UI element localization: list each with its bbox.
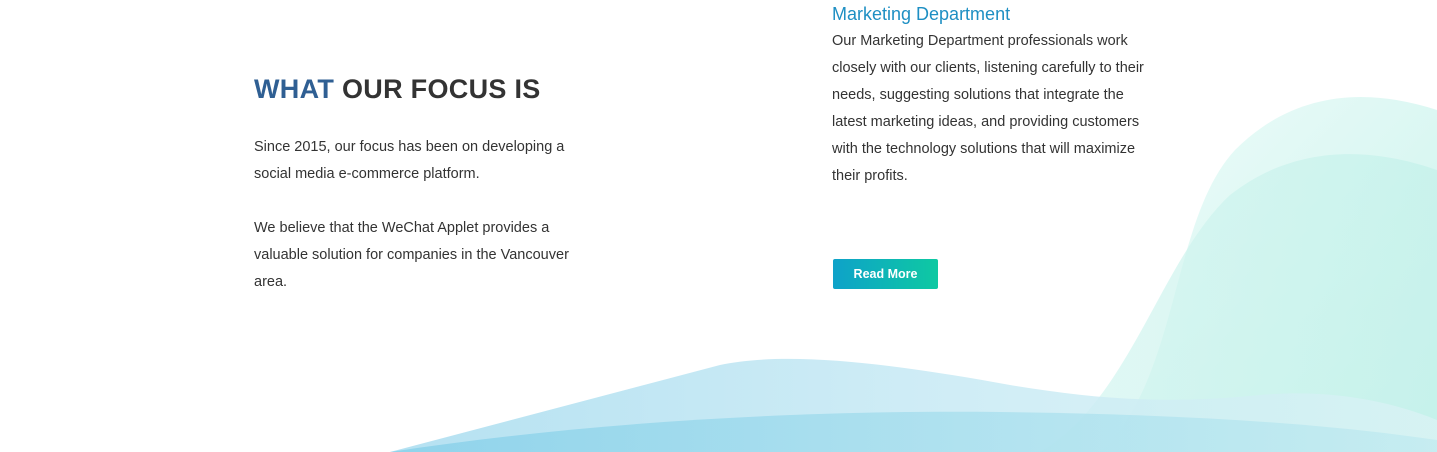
decorative-wave-background	[390, 97, 1437, 452]
focus-paragraph-1: Since 2015, our focus has been on develo…	[254, 139, 565, 182]
department-title: Marketing Department	[832, 4, 1011, 24]
focus-paragraph-2: We believe that the WeChat Applet provid…	[254, 220, 569, 290]
marketing-department-section: Marketing Department Our Marketing Depar…	[832, 0, 1162, 190]
focus-heading: WHAT OUR FOCUS IS	[254, 70, 584, 108]
focus-heading-accent: WHAT	[254, 74, 335, 104]
read-more-button[interactable]: Read More	[833, 259, 938, 289]
focus-heading-rest: OUR FOCUS IS	[334, 74, 541, 104]
focus-section: WHAT OUR FOCUS IS Since 2015, our focus …	[254, 70, 584, 296]
department-description: Our Marketing Department professionals w…	[832, 33, 1144, 184]
